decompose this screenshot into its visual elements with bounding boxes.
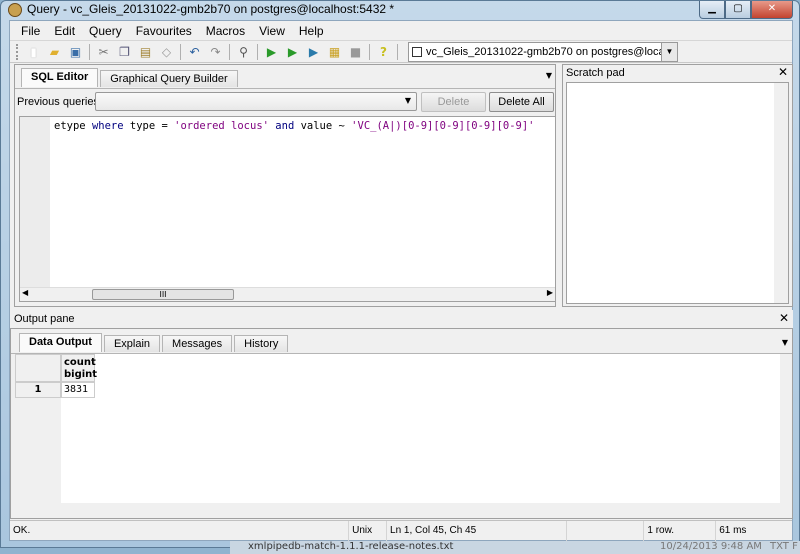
help-icon[interactable]: ?: [375, 44, 392, 60]
execute-icon[interactable]: ▶: [263, 44, 280, 60]
column-header-count[interactable]: count bigint: [61, 354, 97, 382]
window-frame: Query - vc_Gleis_20131022-gmb2b70 on pos…: [0, 0, 800, 548]
scratch-pad-textarea[interactable]: [566, 82, 789, 304]
sql-editor-panel: SQL Editor Graphical Query Builder ▼ Pre…: [14, 64, 556, 307]
explain-icon[interactable]: ▶: [284, 44, 301, 60]
undo-icon[interactable]: ↶: [186, 44, 203, 60]
toolbar-grip[interactable]: [16, 43, 19, 60]
new-file-icon[interactable]: ▮: [25, 44, 42, 60]
sql-code[interactable]: etype where type = 'ordered locus' and v…: [54, 120, 535, 132]
status-bar: OK. Unix Ln 1, Col 45, Ch 45 1 row. 61 m…: [10, 520, 792, 541]
app-elephant-icon: [8, 3, 22, 17]
sql-editor[interactable]: etype where type = 'ordered locus' and v…: [19, 116, 556, 302]
cut-icon[interactable]: ✂: [95, 44, 112, 60]
execute-to-file-icon[interactable]: ▶: [305, 44, 322, 60]
clear-eraser-icon[interactable]: ◇: [158, 44, 175, 60]
chevron-down-icon[interactable]: ▼: [661, 43, 677, 61]
status-eol: Unix: [349, 521, 388, 541]
delete-button[interactable]: Delete: [421, 92, 486, 112]
menu-help[interactable]: Help: [292, 24, 331, 38]
tab-graphical-query-builder[interactable]: Graphical Query Builder: [100, 70, 238, 87]
status-message: OK.: [10, 521, 350, 541]
tab-explain[interactable]: Explain: [103, 335, 161, 352]
output-pane-title: Output pane: [14, 313, 75, 325]
cancel-query-icon[interactable]: ■: [347, 44, 364, 60]
menu-query[interactable]: Query: [82, 24, 129, 38]
tab-history[interactable]: History: [234, 335, 289, 352]
scroll-left-icon[interactable]: ◀: [22, 288, 28, 297]
scratch-pad-title: Scratch pad: [566, 67, 625, 79]
query-window: File Edit Query Favourites Macros View H…: [9, 20, 793, 541]
cell-count[interactable]: 3831: [61, 382, 95, 398]
background-explorer-row: xmlpipedb-match-1.1.1-release-notes.txt …: [230, 541, 800, 554]
status-cursor-position: Ln 1, Col 45, Ch 45: [387, 521, 567, 541]
status-time: 61 ms: [719, 525, 747, 536]
tab-messages[interactable]: Messages: [162, 335, 233, 352]
open-folder-icon[interactable]: ▰: [46, 44, 63, 60]
maximize-button[interactable]: ▢: [725, 1, 751, 19]
chevron-down-icon: ▼: [404, 96, 411, 105]
previous-queries-select[interactable]: ▼: [95, 92, 417, 111]
menu-macros[interactable]: Macros: [199, 24, 252, 38]
window-title: Query - vc_Gleis_20131022-gmb2b70 on pos…: [27, 2, 395, 16]
close-output-pane-icon[interactable]: ✕: [779, 311, 789, 325]
redo-icon[interactable]: ↷: [207, 44, 224, 60]
scratch-pad-panel: Scratch pad ✕: [562, 64, 793, 307]
scroll-right-icon[interactable]: ▶: [547, 288, 553, 297]
row-number[interactable]: 1: [15, 382, 61, 398]
menu-view[interactable]: View: [252, 24, 292, 38]
status-blank: [567, 521, 645, 541]
menu-edit[interactable]: Edit: [47, 24, 82, 38]
horizontal-scrollbar[interactable]: ◀ III ▶: [20, 287, 555, 301]
toolbar: ▮ ▰ ▣ ✂ ❐ ▤ ◇ ↶ ↷ ⚲ ▶ ▶ ▶ ▦ ■ ? vc_Gleis…: [10, 40, 792, 63]
menu-bar: File Edit Query Favourites Macros View H…: [10, 21, 792, 40]
vertical-scrollbar[interactable]: [774, 83, 788, 303]
minimize-button[interactable]: ▁: [699, 1, 725, 19]
find-icon[interactable]: ⚲: [235, 44, 252, 60]
save-icon[interactable]: ▣: [67, 44, 84, 60]
panel-menu-icon[interactable]: ▼: [782, 338, 788, 347]
scroll-thumb[interactable]: III: [92, 289, 234, 300]
status-rows: 1 row.: [644, 521, 717, 541]
paste-icon[interactable]: ▤: [137, 44, 154, 60]
delete-all-button[interactable]: Delete All: [489, 92, 554, 112]
close-scratch-pad-icon[interactable]: ✕: [778, 65, 788, 79]
close-window-button[interactable]: ✕: [751, 1, 793, 19]
output-pane: Output pane ✕ Data Output Explain Messag…: [10, 310, 793, 519]
panel-menu-icon[interactable]: ▼: [546, 71, 552, 80]
menu-favourites[interactable]: Favourites: [129, 24, 199, 38]
menu-file[interactable]: File: [14, 24, 47, 38]
data-output-grid: count bigint 1 3831: [15, 354, 780, 514]
grid-corner[interactable]: [15, 354, 61, 382]
line-number-gutter: [20, 117, 50, 287]
pgscript-icon[interactable]: ▦: [326, 44, 343, 60]
tab-sql-editor[interactable]: SQL Editor: [21, 68, 99, 87]
connection-select[interactable]: vc_Gleis_20131022-gmb2b70 on postgres@lo…: [408, 42, 678, 62]
previous-queries-label: Previous queries: [17, 96, 99, 108]
connection-checkbox-icon: [412, 47, 422, 57]
tab-data-output[interactable]: Data Output: [19, 333, 102, 352]
copy-icon[interactable]: ❐: [116, 44, 133, 60]
